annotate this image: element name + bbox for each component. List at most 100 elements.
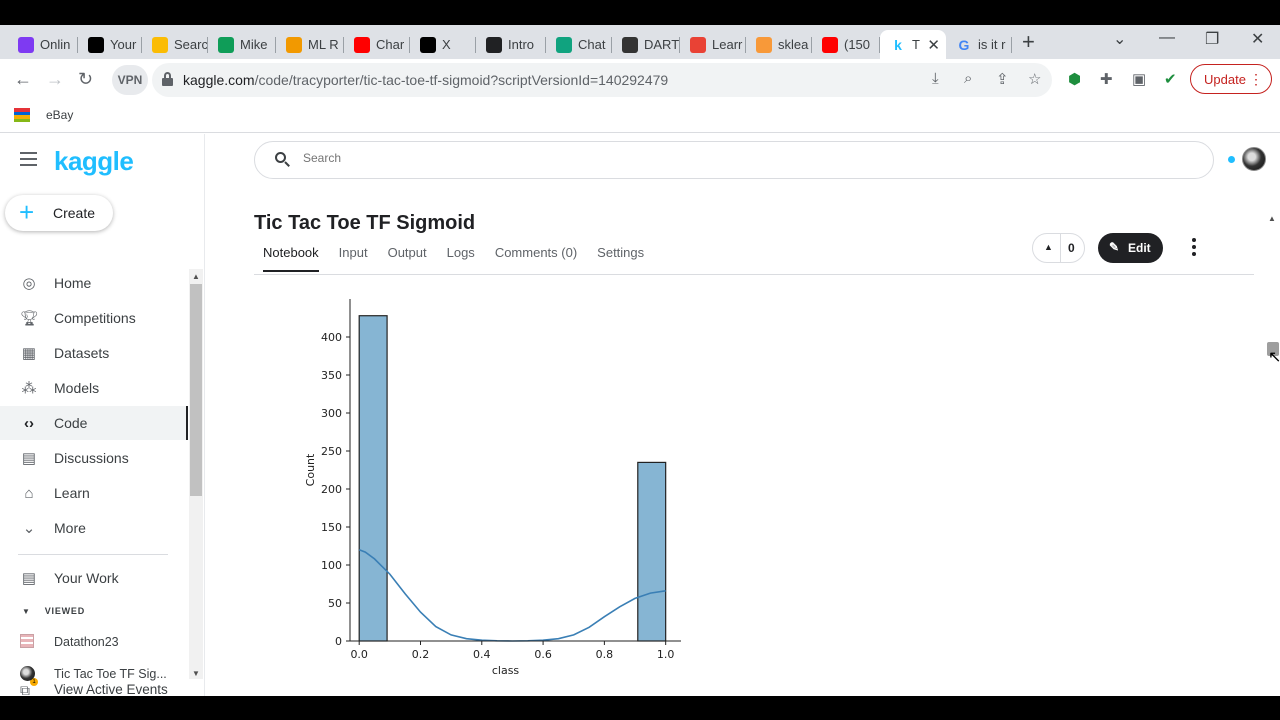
upvote-arrow-icon[interactable]: ▲ xyxy=(1044,242,1053,252)
sidebar-item-learn[interactable]: ⌂ Learn xyxy=(0,476,188,510)
bookmarks-bar: eBay xyxy=(0,101,1280,133)
clipboard-icon: ▤ xyxy=(21,570,37,587)
browser-tab[interactable]: k T ✕ xyxy=(880,30,946,59)
edit-label: Edit xyxy=(1128,241,1151,255)
sidebar-scrollbar[interactable]: ▲ ▼ xyxy=(189,269,203,679)
sidebar-item-competitions[interactable]: 🏆︎ Competitions xyxy=(0,301,188,335)
sidebar-item-code[interactable]: ‹› Code xyxy=(0,406,188,440)
browser-tab[interactable]: Onlin xyxy=(8,30,78,59)
browser-tab[interactable]: Chat xyxy=(546,30,612,59)
lock-icon[interactable] xyxy=(162,72,173,86)
scroll-down-icon[interactable]: ▼ xyxy=(192,669,200,678)
sidebar-item-label: Models xyxy=(54,380,100,396)
google-sheets-plus-icon xyxy=(218,36,234,53)
side-panel-icon[interactable]: ▣ xyxy=(1132,70,1146,88)
new-tab-button[interactable]: + xyxy=(1022,31,1035,53)
browser-toolbar: ← → ↻ VPN kaggle.com/code/tracyporter/ti… xyxy=(0,59,1280,101)
sidebar-item-datasets[interactable]: ▦ Datasets xyxy=(0,336,188,370)
scroll-up-icon[interactable]: ▲ xyxy=(192,272,200,281)
install-app-icon[interactable]: ⤓ xyxy=(932,70,939,87)
tab-title: Searc xyxy=(174,37,208,52)
address-bar[interactable]: kaggle.com/code/tracyporter/tic-tac-toe-… xyxy=(152,63,1052,97)
bookmark-label: eBay xyxy=(46,108,74,122)
browser-tab[interactable]: X xyxy=(410,30,476,59)
coursera-icon xyxy=(286,36,302,53)
histogram-chart: 0 50 100 150 200 250 300 350 400 0.0 0.2 0.4 0.6 0.8 1… xyxy=(304,299,681,677)
sidebar-item-more[interactable]: ⌄ More xyxy=(0,511,188,545)
tab-title: T xyxy=(912,37,920,52)
sidebar-item-active-events[interactable]: ⧉ 1 View Active Events xyxy=(0,678,188,696)
update-label: Update xyxy=(1204,71,1246,87)
browser-tab[interactable]: DART xyxy=(612,30,680,59)
sidebar-item-models[interactable]: ⁂ Models xyxy=(0,371,188,405)
tab-title: sklea xyxy=(778,37,809,52)
x-tick-label: 0.8 xyxy=(596,648,614,661)
reload-icon[interactable]: ↻ xyxy=(78,69,93,90)
restore-icon[interactable]: ❐ xyxy=(1205,29,1219,49)
create-button[interactable]: + Create xyxy=(5,195,113,231)
update-button[interactable]: Update ⋮ xyxy=(1190,64,1272,94)
edit-button[interactable]: ✎ Edit xyxy=(1098,233,1163,263)
close-tab-icon[interactable]: ✕ xyxy=(927,36,940,54)
tab-title: Chat xyxy=(578,37,606,52)
shield-check-icon[interactable]: ✔ xyxy=(1164,70,1177,88)
extensions-puzzle-icon[interactable]: ✚ xyxy=(1100,70,1113,88)
browser-tab[interactable]: Intro xyxy=(476,30,546,59)
search-input[interactable] xyxy=(303,151,1183,165)
tab-notebook[interactable]: Notebook xyxy=(263,245,319,272)
learn-icon xyxy=(690,36,706,53)
browser-tab[interactable]: ML R xyxy=(276,30,344,59)
models-icon: ⁂ xyxy=(21,380,37,397)
sidebar-item-discussions[interactable]: ▤ Discussions xyxy=(0,441,188,475)
bookmark-ebay[interactable]: eBay xyxy=(14,108,73,122)
back-arrow-icon[interactable]: ← xyxy=(14,69,32,90)
zoom-icon[interactable]: ⌕ xyxy=(964,70,972,87)
tab-comments[interactable]: Comments (0) xyxy=(495,245,577,272)
scroll-up-icon[interactable]: ▲ xyxy=(1268,214,1276,223)
sidebar-item-label: Discussions xyxy=(54,450,129,466)
vpn-icon[interactable]: VPN xyxy=(112,65,148,95)
tab-search-icon[interactable]: ⌄ xyxy=(1113,29,1126,49)
y-tick-label: 400 xyxy=(321,331,342,344)
vpn-extension-icon[interactable]: ⬢ xyxy=(1068,70,1081,88)
menu-icon[interactable] xyxy=(20,152,37,170)
x-tick-label: 0.4 xyxy=(473,648,491,661)
upvote-button[interactable]: ▲ 0 xyxy=(1032,233,1085,263)
share-icon[interactable]: ⇪ xyxy=(996,70,1009,88)
forward-arrow-icon[interactable]: → xyxy=(46,69,64,90)
main-scrollbar[interactable]: ▲ ▼ xyxy=(1264,212,1280,696)
browser-tab[interactable]: Char xyxy=(344,30,410,59)
tab-input[interactable]: Input xyxy=(339,245,368,272)
minimize-icon[interactable]: — xyxy=(1159,29,1175,47)
bookmark-star-icon[interactable]: ☆ xyxy=(1028,70,1041,88)
browser-tab[interactable]: Your xyxy=(78,30,142,59)
browser-tab-strip: + ⌄ — ❐ ✕ Onlin Your Searc Mike ML R Char X Int… xyxy=(0,25,1280,59)
recent-item[interactable]: Tic Tac Toe TF Sig... xyxy=(0,666,188,684)
kaggle-logo[interactable]: kaggle xyxy=(54,146,134,177)
chatgpt-icon xyxy=(556,36,572,53)
search-bar[interactable] xyxy=(254,141,1214,179)
viewed-section-header[interactable]: ▼ VIEWED xyxy=(22,606,85,616)
x-tick-label: 0.6 xyxy=(534,648,552,661)
sidebar-item-your-work[interactable]: ▤ Your Work xyxy=(0,561,188,595)
y-tick-label: 150 xyxy=(321,521,342,534)
recent-item[interactable]: Datathon23 xyxy=(0,634,188,652)
tab-settings[interactable]: Settings xyxy=(597,245,644,272)
plus-icon: + xyxy=(19,197,35,227)
more-vert-icon[interactable]: ⋮ xyxy=(1249,71,1263,88)
avatar[interactable] xyxy=(1242,147,1266,171)
vote-count: 0 xyxy=(1068,241,1075,255)
browser-tab[interactable]: Learr xyxy=(680,30,746,59)
more-options-icon[interactable] xyxy=(1192,238,1198,259)
browser-tab[interactable]: Mike xyxy=(208,30,276,59)
create-label: Create xyxy=(53,205,96,221)
close-window-icon[interactable]: ✕ xyxy=(1251,29,1264,49)
browser-tab[interactable]: sklea xyxy=(746,30,812,59)
tab-output[interactable]: Output xyxy=(388,245,427,272)
browser-tab[interactable]: (150 xyxy=(812,30,880,59)
tab-logs[interactable]: Logs xyxy=(447,245,475,272)
scrollbar-thumb[interactable] xyxy=(190,284,202,496)
browser-tab[interactable]: Gis it r xyxy=(946,30,1012,59)
sidebar-item-home[interactable]: ◎ Home xyxy=(0,266,188,300)
browser-tab[interactable]: Searc xyxy=(142,30,208,59)
